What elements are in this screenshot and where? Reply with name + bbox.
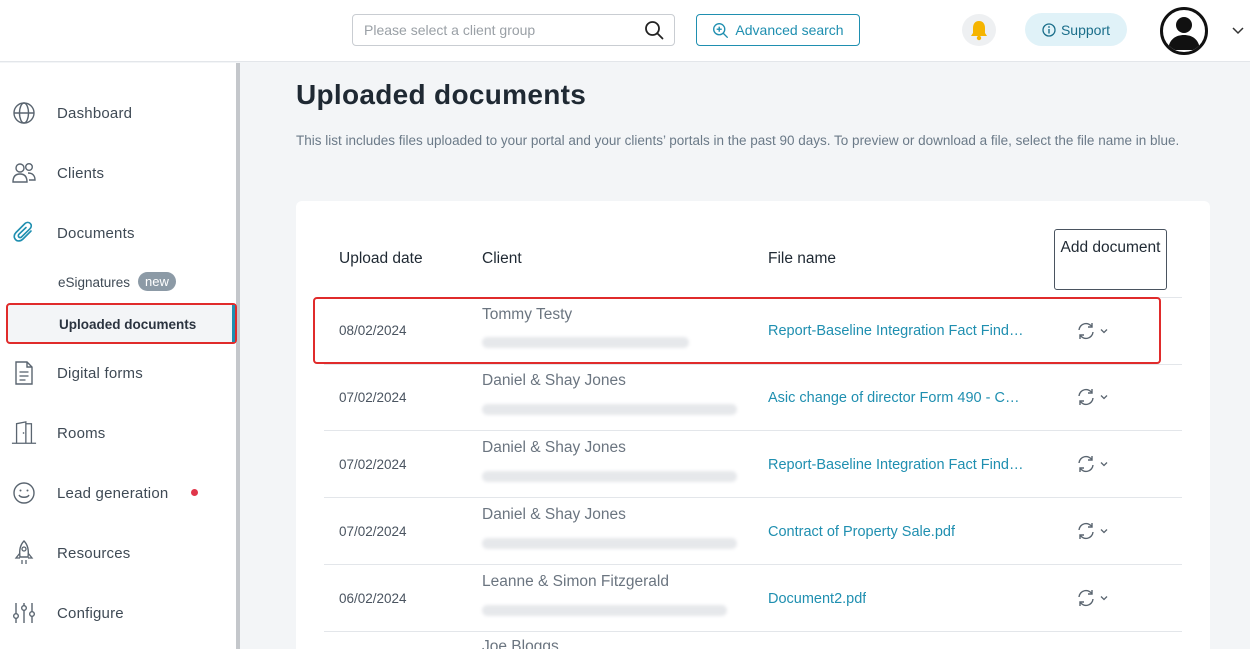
sidebar-item-label: Dashboard [57, 104, 133, 122]
chevron-down-icon [1100, 529, 1108, 534]
column-header-client[interactable]: Client [482, 250, 522, 268]
row-divider [324, 364, 1182, 365]
chevron-down-icon [1100, 462, 1108, 467]
client-group-search-input[interactable] [353, 15, 633, 45]
client-email-blurred [482, 605, 727, 616]
client-name: Daniel & Shay Jones [482, 506, 626, 523]
client-name: Leanne & Simon Fitzgerald [482, 573, 669, 590]
paperclip-icon [11, 220, 37, 246]
sidebar-item-lead-generation[interactable]: Lead generation [0, 471, 236, 515]
client-email-blurred [482, 404, 737, 415]
sidebar-item-label: Configure [57, 604, 124, 622]
new-badge: new [138, 272, 176, 291]
sidebar-item-label: Clients [57, 164, 105, 182]
upload-date: 07/02/2024 [339, 390, 407, 405]
chevron-down-icon [1100, 596, 1108, 601]
bell-icon [971, 21, 987, 41]
sidebar-item-configure[interactable]: Configure [0, 591, 236, 635]
client-email-blurred [482, 538, 737, 549]
sidebar-item-label: Documents [57, 224, 135, 242]
sidebar-item-digital-forms[interactable]: Digital forms [0, 351, 236, 395]
sidebar-item-label: Lead generation [57, 484, 169, 502]
row-divider [324, 564, 1182, 565]
client-name: Joe Bloggs [482, 638, 559, 649]
chevron-down-icon[interactable] [1230, 22, 1246, 38]
add-document-button[interactable]: Add document [1054, 229, 1167, 290]
sync-icon [1078, 455, 1094, 473]
upload-date: 07/02/2024 [339, 457, 407, 472]
smile-icon [11, 480, 37, 506]
form-icon [11, 360, 37, 386]
support-button[interactable]: Support [1025, 13, 1127, 46]
file-name-link[interactable]: Document2.pdf [768, 591, 866, 607]
door-icon [11, 420, 37, 446]
row-divider [324, 497, 1182, 498]
replace-action[interactable] [1076, 453, 1116, 475]
client-group-search[interactable] [352, 14, 675, 46]
sync-icon [1078, 388, 1094, 406]
client-name: Daniel & Shay Jones [482, 372, 626, 389]
file-name-link[interactable]: Report-Baseline Integration Fact Find -… [768, 457, 1026, 473]
users-icon [11, 160, 37, 186]
replace-action[interactable] [1076, 520, 1116, 542]
sidebar-item-clients[interactable]: Clients [0, 151, 236, 195]
client-email-blurred [482, 471, 737, 482]
advanced-search-label: Advanced search [735, 22, 844, 38]
page-title: Uploaded documents [296, 79, 587, 110]
sync-icon [1078, 522, 1094, 540]
info-icon [1042, 22, 1056, 37]
zoom-plus-icon [713, 22, 729, 38]
sidebar-subitem-label: eSignatures [58, 274, 131, 290]
replace-action[interactable] [1076, 386, 1116, 408]
advanced-search-button[interactable]: Advanced search [696, 14, 860, 46]
sliders-icon [11, 600, 37, 626]
sidebar-item-label: Resources [57, 544, 131, 562]
row-highlight-annotation [313, 297, 1161, 364]
sidebar-subitem-uploaded-documents[interactable]: Uploaded documents [6, 303, 237, 344]
sync-icon [1078, 589, 1094, 607]
page-description: This list includes files uploaded to you… [296, 133, 1180, 148]
file-name-link[interactable]: Contract of Property Sale.pdf [768, 524, 955, 540]
sidebar-item-label: Digital forms [57, 364, 143, 382]
replace-action[interactable] [1076, 587, 1116, 609]
notification-dot [191, 489, 198, 496]
user-avatar[interactable] [1160, 7, 1208, 55]
sidebar-subitem-label: Uploaded documents [59, 317, 197, 332]
search-icon[interactable] [644, 20, 664, 40]
sidebar-subitem-esignatures[interactable]: eSignatures [0, 267, 236, 297]
upload-date: 06/02/2024 [339, 591, 407, 606]
row-divider [324, 430, 1182, 431]
chevron-down-icon [1100, 395, 1108, 400]
support-label: Support [1060, 21, 1111, 38]
rocket-icon [11, 540, 37, 566]
column-header-file-name[interactable]: File name [768, 250, 836, 268]
sidebar-item-dashboard[interactable]: Dashboard [0, 91, 236, 135]
globe-icon [11, 100, 37, 126]
active-indicator [232, 305, 235, 342]
sidebar-item-label: Rooms [57, 424, 106, 442]
client-name: Daniel & Shay Jones [482, 439, 626, 456]
file-name-link[interactable]: Asic change of director Form 490 - Co… [768, 390, 1026, 406]
sidebar-item-resources[interactable]: Resources [0, 531, 236, 575]
column-header-upload-date[interactable]: Upload date [339, 250, 423, 268]
top-header: Advanced search Support [0, 0, 1250, 62]
notifications-button[interactable] [962, 14, 996, 46]
sidebar-scrollbar[interactable] [236, 63, 240, 649]
upload-date: 07/02/2024 [339, 524, 407, 539]
user-silhouette-icon [1168, 17, 1200, 50]
sidebar-item-rooms[interactable]: Rooms [0, 411, 236, 455]
row-divider [324, 631, 1182, 632]
sidebar-item-documents[interactable]: Documents [0, 211, 236, 255]
